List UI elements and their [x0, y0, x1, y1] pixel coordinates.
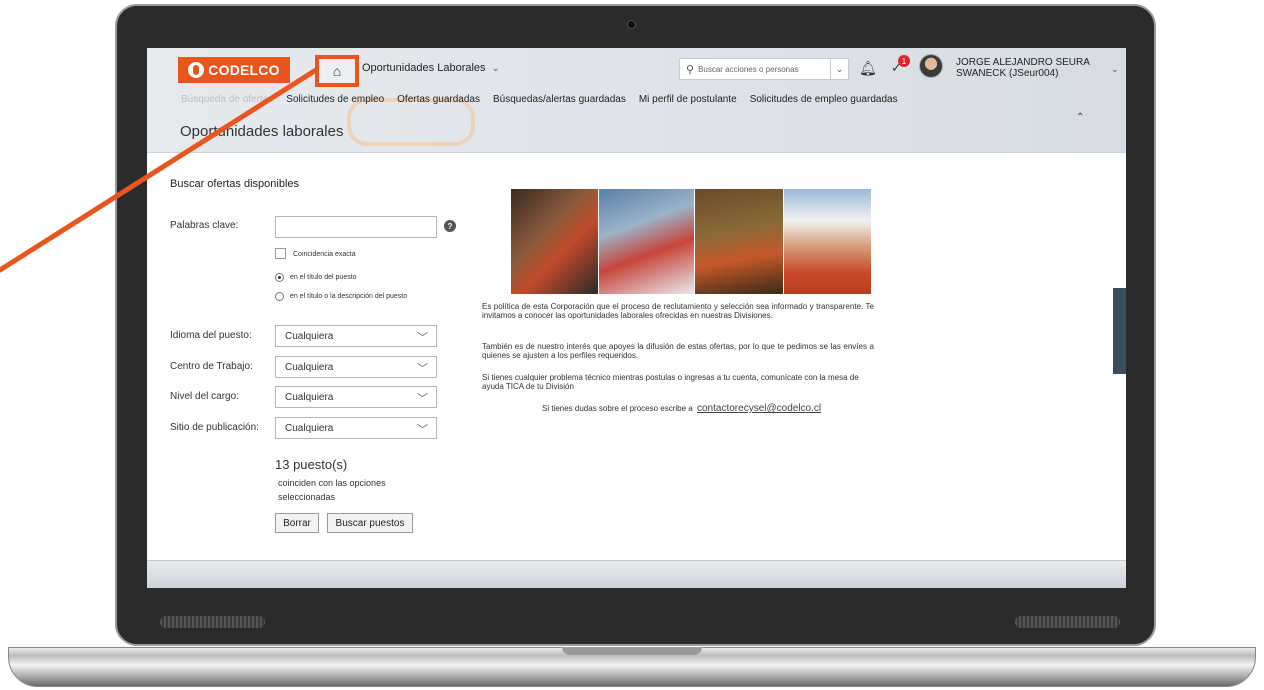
- photo-smiling-worker: [784, 189, 871, 294]
- site-value: Cualquiera: [285, 422, 334, 434]
- search-scope-dropdown[interactable]: ⌄: [831, 58, 849, 80]
- camera-dot: [627, 20, 636, 29]
- app-title-menu[interactable]: Oportunidades Laborales ⌄: [362, 62, 500, 74]
- photo-mine-team: [695, 189, 783, 294]
- result-count: 13 puesto(s): [275, 457, 348, 472]
- avatar[interactable]: [919, 54, 943, 78]
- level-label: Nivel del cargo:: [170, 391, 239, 402]
- chevron-down-icon: ⌄: [491, 63, 500, 74]
- language-select[interactable]: Cualquiera ﹀: [275, 325, 437, 347]
- home-button[interactable]: ⌂: [315, 55, 359, 87]
- help-icon[interactable]: ?: [444, 220, 456, 232]
- notification-badge: 1: [898, 55, 910, 67]
- language-value: Cualquiera: [285, 330, 334, 342]
- home-icon: ⌂: [332, 63, 342, 79]
- screen: CODELCO ⌂ Oportunidades Laborales ⌄ ⚲ Bus…: [147, 48, 1126, 588]
- info-paragraph-3: Si tienes cualquier problema técnico mie…: [482, 373, 859, 391]
- bottom-bar: [147, 560, 1126, 588]
- photo-worker-welding: [511, 189, 598, 294]
- search-icon: ⚲: [686, 63, 695, 76]
- collapse-header-icon[interactable]: ⌃: [1076, 112, 1084, 123]
- codelco-logo[interactable]: CODELCO: [178, 57, 290, 83]
- contact-line: Si tienes dudas sobre el proceso escribe…: [542, 403, 821, 414]
- speaker-grille-right: [1015, 616, 1120, 628]
- site-label: Sitio de publicación:: [170, 422, 259, 433]
- bell-icon[interactable]: 🔔︎: [859, 60, 877, 77]
- nav-item-busqueda-ofertas[interactable]: Búsqueda de ofertas: [181, 94, 273, 105]
- user-name[interactable]: JORGE ALEJANDRO SEURA SWANECK (JSeur004): [956, 57, 1096, 79]
- main-nav: Búsqueda de ofertas Solicitudes de emple…: [181, 94, 911, 105]
- result-text: coinciden con las opciones seleccionadas: [278, 478, 386, 502]
- divider: [147, 152, 1126, 153]
- level-value: Cualquiera: [285, 391, 334, 403]
- contact-text: Si tienes dudas sobre el proceso escribe…: [542, 404, 693, 413]
- keywords-input[interactable]: [275, 216, 437, 238]
- keywords-label: Palabras clave:: [170, 220, 239, 231]
- app-title: Oportunidades Laborales: [362, 62, 486, 74]
- contact-email-link[interactable]: contactorecysel@codelco.cl: [697, 403, 821, 414]
- nav-item-ofertas-guardadas[interactable]: Ofertas guardadas: [397, 94, 480, 105]
- radio-title-only[interactable]: [275, 273, 284, 282]
- nav-item-solicitudes-guardadas[interactable]: Solicitudes de empleo guardadas: [750, 94, 898, 105]
- chevron-down-icon: ﹀: [417, 332, 428, 344]
- nav-item-perfil[interactable]: Mi perfil de postulante: [639, 94, 737, 105]
- section-title: Buscar ofertas disponibles: [170, 178, 300, 190]
- chevron-down-icon: ﹀: [417, 424, 428, 436]
- info-paragraph-2: También es de nuestro interés que apoyes…: [482, 342, 874, 360]
- radio-title-description-label: en el título o la descripción del puesto: [290, 293, 408, 300]
- nav-item-solicitudes[interactable]: Solicitudes de empleo: [286, 94, 384, 105]
- logo-text: CODELCO: [208, 62, 280, 78]
- page-title: Oportunidades laborales: [180, 123, 344, 140]
- search-input[interactable]: ⚲ Buscar acciones o personas: [679, 58, 831, 80]
- search-jobs-button[interactable]: Buscar puestos: [327, 513, 413, 533]
- search-placeholder: Buscar acciones o personas: [698, 64, 799, 74]
- nav-item-busquedas-alertas[interactable]: Búsquedas/alertas guardadas: [493, 94, 626, 105]
- exact-match-checkbox[interactable]: [275, 248, 286, 259]
- workplace-label: Centro de Trabajo:: [170, 361, 253, 372]
- codelco-logo-icon: [188, 62, 205, 78]
- chevron-down-icon: ﹀: [417, 363, 428, 375]
- clear-button[interactable]: Borrar: [275, 513, 319, 533]
- radio-title-description[interactable]: [275, 292, 284, 301]
- chevron-down-icon: ﹀: [417, 393, 428, 405]
- site-select[interactable]: Cualquiera ﹀: [275, 417, 437, 439]
- photo-lab-worker: [599, 189, 694, 294]
- level-select[interactable]: Cualquiera ﹀: [275, 386, 437, 408]
- workplace-value: Cualquiera: [285, 361, 334, 373]
- exact-match-label: Coincidencia exacta: [293, 251, 356, 258]
- speaker-grille-left: [160, 616, 265, 628]
- laptop-notch: [562, 647, 702, 655]
- info-paragraph-1: Es política de esta Corporación que el p…: [482, 302, 874, 320]
- chevron-down-icon[interactable]: ⌄: [1111, 64, 1119, 75]
- workplace-select[interactable]: Cualquiera ﹀: [275, 356, 437, 378]
- radio-title-only-label: en el título del puesto: [290, 274, 357, 281]
- side-feedback-tab[interactable]: [1113, 288, 1126, 374]
- language-label: Idioma del puesto:: [170, 330, 252, 341]
